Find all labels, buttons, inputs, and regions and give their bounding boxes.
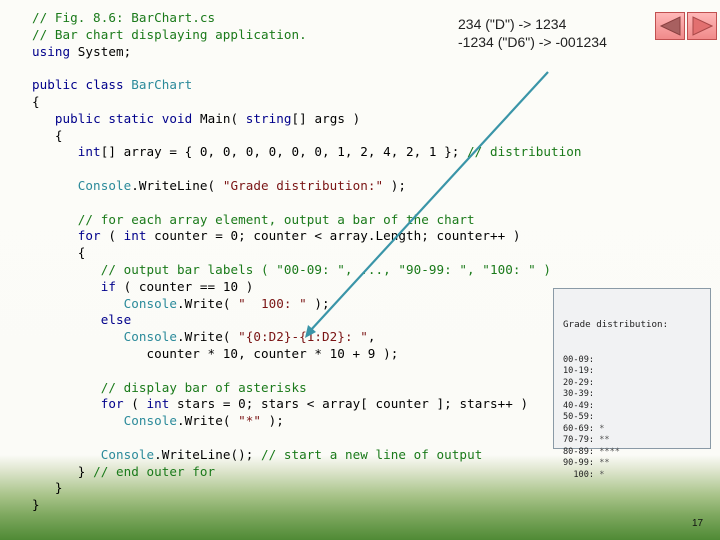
annotation-arrow <box>305 71 549 338</box>
arrow-shaft <box>309 71 549 332</box>
page-number: 17 <box>692 518 704 529</box>
